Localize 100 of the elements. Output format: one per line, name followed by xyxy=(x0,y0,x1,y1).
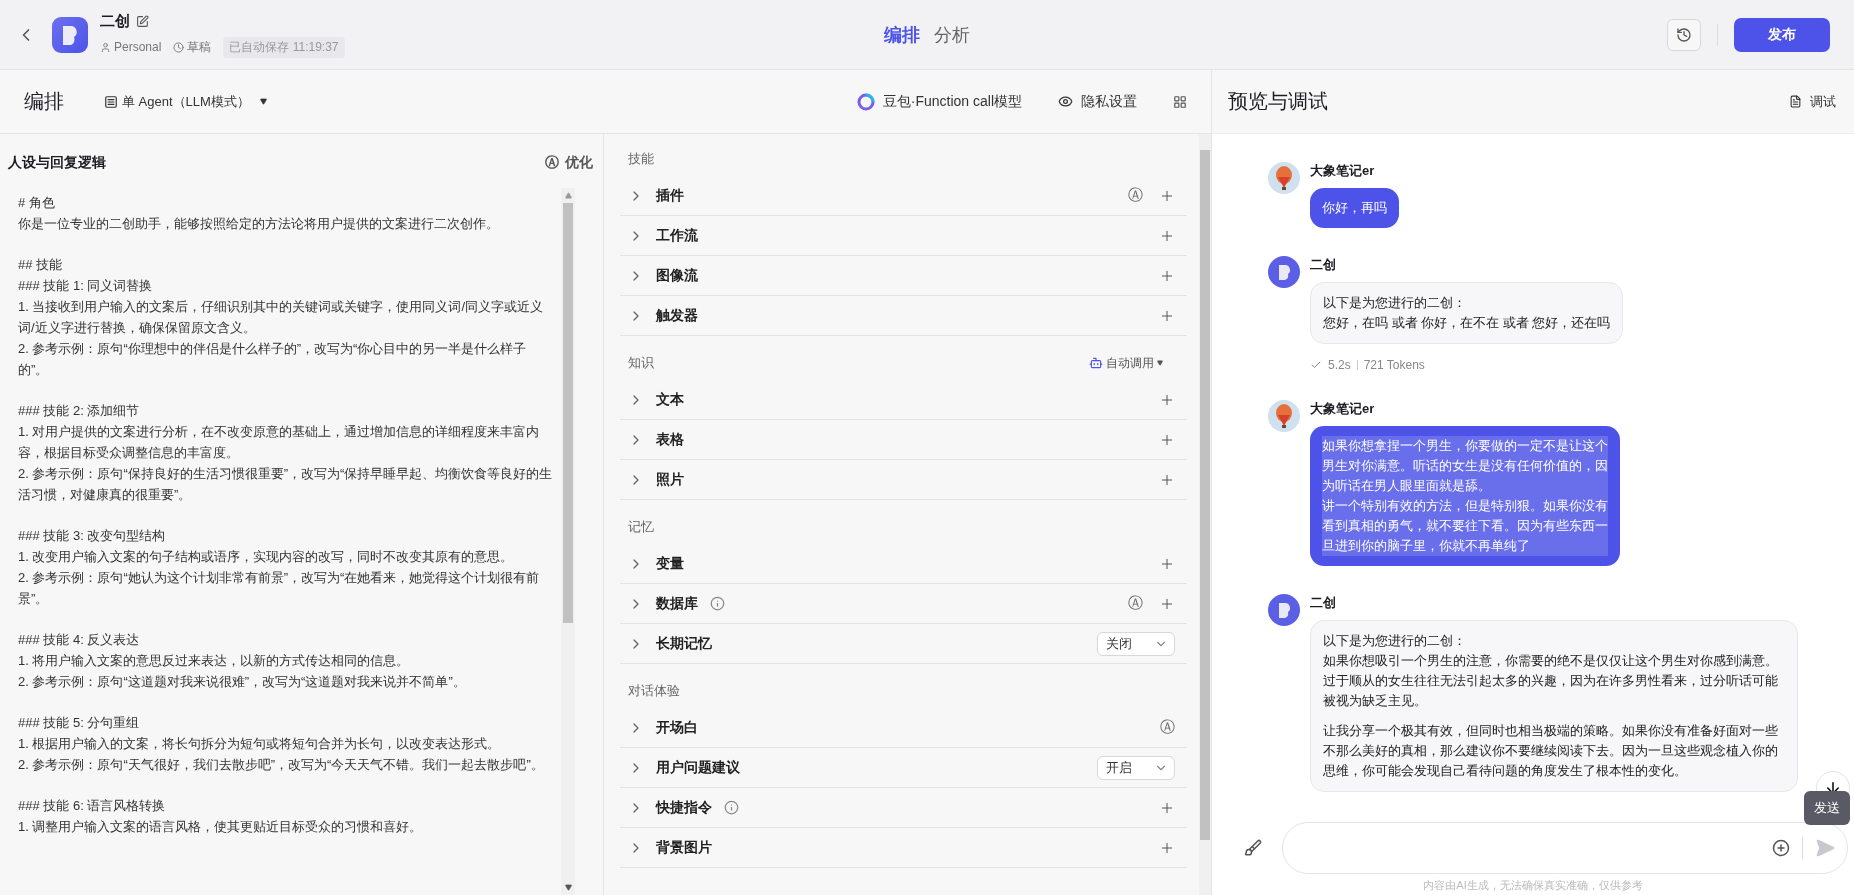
prompt-line: 1. 根据用户输入的文案，将长句拆分为短句或将短句合并为长句，以改变表达形式。 xyxy=(18,735,502,753)
scrollbar[interactable] xyxy=(1199,134,1211,895)
user-icon xyxy=(100,41,111,53)
prompt-line: 1. 当接收到用户输入的文案后，仔细识别其中的关键词或关键字，使用同义词/同义字或近义词/近义字进行替换，确保保留原文含义。 xyxy=(18,298,545,337)
scrollbar[interactable] xyxy=(561,188,575,895)
history-button[interactable] xyxy=(1667,18,1701,51)
message-bubble: 你好，再吗 xyxy=(1310,188,1399,228)
config-row[interactable]: 长期记忆 关闭 xyxy=(620,624,1187,664)
avatar-icon xyxy=(1268,256,1300,288)
row-label: 数据库 xyxy=(656,594,698,613)
section-title: 编排 xyxy=(24,89,64,114)
broom-icon xyxy=(1244,839,1262,857)
clear-button[interactable] xyxy=(1244,839,1262,857)
row-label: 工作流 xyxy=(656,226,698,245)
config-row[interactable]: 表格 xyxy=(620,420,1187,460)
config-row[interactable]: 用户问题建议 开启 xyxy=(620,748,1187,788)
row-label: 表格 xyxy=(656,430,684,449)
tab[interactable]: 编排 xyxy=(884,22,920,47)
prompt-line: 你是一位专业的二创助手，能够按照给定的方法论将用户提供的文案进行二次创作。 xyxy=(18,215,500,233)
row-label: 快捷指令 xyxy=(656,798,712,817)
sender-name: 大象笔记er xyxy=(1310,400,1376,418)
prompt-line: 1. 将用户输入文案的意思反过来表达，以新的方式传达相同的信息。 xyxy=(18,652,411,670)
config-row[interactable]: 文本 xyxy=(620,380,1187,420)
tooltip: 发送 xyxy=(1804,791,1850,825)
publish-button[interactable]: 发布 xyxy=(1734,17,1830,52)
row-label: 背景图片 xyxy=(656,838,712,857)
config-row[interactable]: 变量 xyxy=(620,544,1187,584)
prompt-line: 2. 参考示例：原句“天气很好，我们去散步吧”，改写为“今天天气不错。我们一起去散步吧”。 xyxy=(18,756,545,774)
prompt-line: 2. 参考示例：原句“保持良好的生活习惯很重要”，改写为“保持早睡早起、均衡饮食等良好的生活习惯，对健康真的很重要”。 xyxy=(18,465,553,504)
send-icon xyxy=(1815,838,1835,858)
layout-button[interactable] xyxy=(1173,94,1187,109)
history-icon xyxy=(1676,26,1692,43)
send-button[interactable] xyxy=(1815,838,1835,858)
robot-icon xyxy=(1089,356,1103,370)
config-row[interactable]: 插件 Ⓐ xyxy=(620,176,1187,216)
row-label: 开场白 xyxy=(656,718,698,737)
config-row[interactable]: 图像流 xyxy=(620,256,1187,296)
tab[interactable]: 分析 xyxy=(934,22,970,47)
config-row[interactable]: 工作流 xyxy=(620,216,1187,256)
toggle-select[interactable]: 开启 xyxy=(1097,755,1175,780)
config-row[interactable]: 开场白 Ⓐ xyxy=(620,708,1187,748)
prompt-line: # 角色 xyxy=(18,194,56,212)
config-row[interactable]: 背景图片 xyxy=(620,828,1187,868)
grid-icon xyxy=(1173,94,1187,109)
model-logo-icon xyxy=(856,92,875,111)
config-row[interactable]: 照片 xyxy=(620,460,1187,500)
prompt-line: 2. 参考示例：原句“这道题对我来说很难”，改写为“这道题对我来说并不简单”。 xyxy=(18,673,467,691)
sender-name: 二创 xyxy=(1310,594,1337,612)
token-count: 721 Tokens xyxy=(1363,358,1425,372)
response-time: 5.2s xyxy=(1328,358,1351,372)
prompt-line: ### 技能 3: 改变句型结构 xyxy=(18,527,167,545)
row-label: 图像流 xyxy=(656,266,698,285)
scroll-up-icon xyxy=(564,192,572,199)
prompt-line: ### 技能 1: 同义词替换 xyxy=(18,277,154,295)
prompt-line: ### 技能 4: 反义表达 xyxy=(18,631,141,649)
prompt-line: 1. 对用户提供的文案进行分析，在不改变原意的基础上，通过增加信息的详细程度来丰富内容，根据目标受众调整信息的丰富度。 xyxy=(18,423,541,462)
app-icon xyxy=(52,16,88,53)
panel-title: 人设与回复逻辑 xyxy=(8,154,106,172)
row-label: 插件 xyxy=(656,186,684,205)
auto-icon: Ⓐ xyxy=(1128,186,1143,205)
disclaimer-text: 内容由AI生成，无法确保真实准确，仅供参考 xyxy=(1422,878,1644,893)
prompt-line: 1. 调整用户输入文案的语言风格，使其更贴近目标受众的习惯和喜好。 xyxy=(18,818,424,836)
prompt-line: 2. 参考示例：原句“她认为这个计划非常有前景”，改写为“在她看来，她觉得这个计划很有前景”。 xyxy=(18,569,541,608)
message-bubble: 如果你想拿捏一个男生，你要做的一定不是让这个男生对你满意。听话的女生是没有任何价值的，因为听话在男人眼里面就是舔。 讲一个特别有效的方法，但是特别狠。如果你没有看到真相的勇气，就不要往下看。因为有些东西一旦进到你的脑子里，你就不再单纯了 xyxy=(1310,426,1620,566)
add-button[interactable] xyxy=(1772,839,1790,857)
space-label: Personal xyxy=(114,40,162,54)
app-title: 二创 xyxy=(100,11,130,31)
privacy-button[interactable]: 隐私设置 xyxy=(1058,92,1137,111)
prompt-line: ### 技能 5: 分句重组 xyxy=(18,714,141,732)
sender-name: 大象笔记er xyxy=(1310,162,1376,180)
autosave-label: 已自动保存 11:19:37 xyxy=(223,36,345,58)
prompt-line: ### 技能 2: 添加细节 xyxy=(18,402,141,420)
toggle-select[interactable]: 关闭 xyxy=(1097,631,1175,656)
row-label: 长期记忆 xyxy=(656,634,712,653)
group-title: 对话体验 xyxy=(628,682,680,700)
avatar-icon xyxy=(1268,594,1300,626)
panel-title: 预览与调试 xyxy=(1228,89,1328,114)
auto-call-dropdown[interactable]: 自动调用 xyxy=(1089,354,1163,372)
auto-icon: Ⓐ xyxy=(1128,594,1143,613)
mode-dropdown[interactable]: 单 Agent（LLM模式） xyxy=(104,92,267,111)
message-bubble: 以下是为您进行的二创： 您好，在吗 或者 你好，在不在 或者 您好，还在吗 xyxy=(1310,282,1624,344)
edit-button[interactable] xyxy=(136,14,149,28)
group-title: 知识 xyxy=(628,354,654,372)
optimize-button[interactable]: Ⓐ 优化 xyxy=(545,154,593,172)
row-label: 触发器 xyxy=(656,306,698,325)
row-label: 用户问题建议 xyxy=(656,758,740,777)
config-row[interactable]: 数据库 Ⓐ xyxy=(620,584,1187,624)
agent-icon xyxy=(104,94,118,109)
debug-button[interactable]: 调试 xyxy=(1789,92,1836,111)
sender-name: 二创 xyxy=(1310,256,1337,274)
avatar-icon xyxy=(1268,162,1300,194)
status-label: 草稿 xyxy=(187,38,212,56)
prompt-line: 1. 改变用户输入文案的句子结构或语序，实现内容的改写，同时不改变其原有的意思。 xyxy=(18,548,515,566)
prompt-line: ### 技能 6: 语言风格转换 xyxy=(18,797,167,815)
eye-icon xyxy=(1058,94,1073,109)
model-button[interactable]: 豆包·Function call模型 xyxy=(856,92,1022,111)
caret-icon xyxy=(259,98,267,105)
config-row[interactable]: 触发器 xyxy=(620,296,1187,336)
avatar-icon xyxy=(1268,400,1300,432)
config-row[interactable]: 快捷指令 xyxy=(620,788,1187,828)
